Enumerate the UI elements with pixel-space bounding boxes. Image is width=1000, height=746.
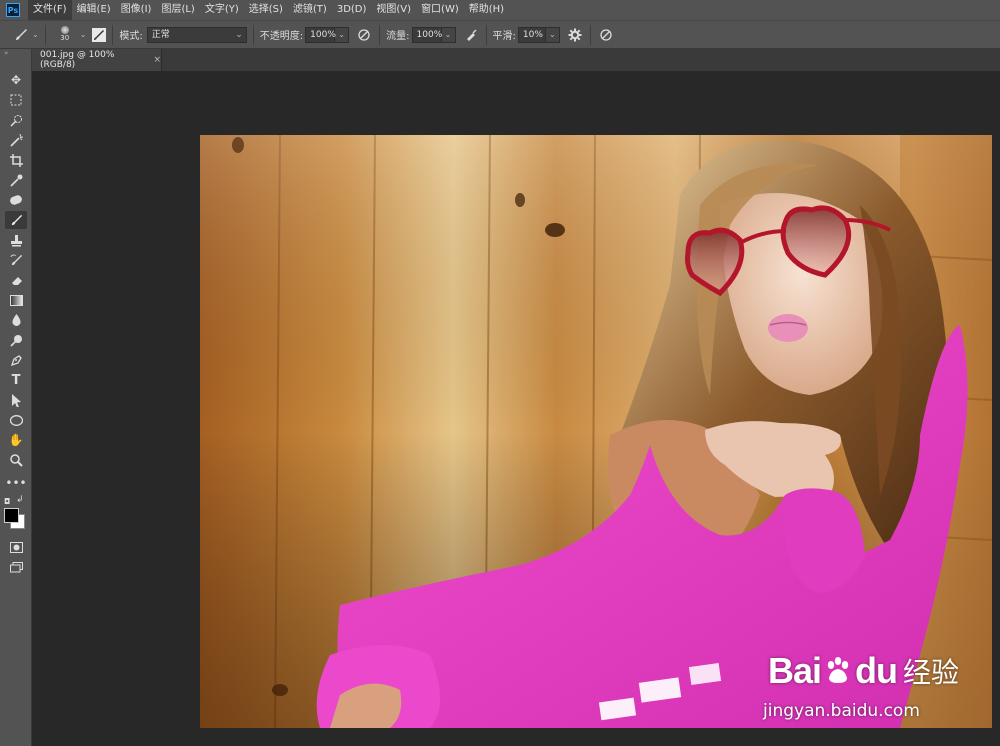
brush-tool-icon[interactable] [5, 211, 27, 229]
smoothing-dropdown[interactable]: ⌄ [545, 26, 560, 43]
dodge-tool-icon[interactable] [5, 331, 27, 349]
watermark-brand-3: 经验 [903, 656, 960, 689]
mode-value: 正常 [151, 29, 170, 40]
quick-mask-icon[interactable] [5, 538, 27, 556]
brush-size-picker[interactable]: 30 [52, 26, 78, 43]
watermark-brand-2: du [855, 650, 898, 691]
menu-type[interactable]: 文字(Y) [200, 0, 244, 20]
menu-3d[interactable]: 3D(D) [332, 0, 372, 20]
move-tool-icon[interactable]: ✥ [5, 71, 27, 89]
menu-file[interactable]: 文件(F) [28, 0, 72, 20]
document-tab[interactable]: 001.jpg @ 100%(RGB/8) × [32, 49, 162, 71]
default-colors-icon[interactable]: ◘ [4, 497, 10, 506]
flow-dropdown[interactable]: ⌄ [441, 26, 456, 43]
screen-mode-icon[interactable] [5, 558, 27, 576]
menu-select[interactable]: 选择(S) [244, 0, 288, 20]
flow-input[interactable]: 100% [411, 26, 442, 43]
history-brush-tool-icon[interactable] [5, 251, 27, 269]
document-canvas-image[interactable]: Bai du 经验 jingyan.baidu.com [200, 135, 992, 728]
mode-select[interactable]: 正常 ⌄ [146, 26, 247, 43]
baidu-watermark: Bai du 经验 [768, 650, 959, 692]
pressure-size-icon[interactable] [597, 26, 615, 44]
document-tab-title: 001.jpg @ 100%(RGB/8) [40, 50, 115, 70]
pressure-opacity-icon[interactable] [355, 26, 373, 44]
menu-window[interactable]: 窗口(W) [416, 0, 464, 20]
zoom-tool-icon[interactable] [5, 451, 27, 469]
healing-brush-tool-icon[interactable] [5, 191, 27, 209]
smoothing-input[interactable]: 10% [517, 26, 546, 43]
brush-panel-toggle-icon[interactable] [92, 27, 107, 42]
menu-edit[interactable]: 编辑(E) [72, 0, 116, 20]
gradient-tool-icon[interactable] [5, 291, 27, 309]
type-tool-icon[interactable]: T [5, 371, 27, 389]
mode-label: 模式: [119, 31, 143, 42]
brush-tool-preset-icon[interactable] [12, 26, 30, 44]
brush-size-value: 30 [60, 34, 70, 42]
swap-colors-icon[interactable]: ↲ [16, 495, 24, 505]
chevron-down-icon[interactable]: ⌄ [80, 30, 87, 39]
opacity-label: 不透明度: [259, 31, 304, 42]
photo-illustration [200, 135, 992, 728]
eyedropper-tool-icon[interactable] [5, 171, 27, 189]
document-tab-bar: 001.jpg @ 100%(RGB/8) × [32, 49, 1000, 71]
eraser-tool-icon[interactable] [5, 271, 27, 289]
gear-icon[interactable] [566, 26, 584, 44]
quick-selection-tool-icon[interactable] [5, 111, 27, 129]
hand-tool-icon[interactable]: ✋ [5, 431, 27, 449]
watermark-brand-1: Bai [768, 650, 822, 691]
tools-panel: » ✥ T ✋ ••• ◘ ↲ [0, 49, 32, 746]
crop-tool-icon[interactable] [5, 151, 27, 169]
menu-filter[interactable]: 滤镜(T) [288, 0, 332, 20]
ellipse-tool-icon[interactable] [5, 411, 27, 429]
pen-tool-icon[interactable] [5, 351, 27, 369]
airbrush-icon[interactable] [462, 26, 480, 44]
more-tools-icon[interactable]: ••• [5, 474, 27, 492]
blur-tool-icon[interactable] [5, 311, 27, 329]
collapse-arrows-icon[interactable]: » [4, 49, 8, 57]
smoothing-label: 平滑: [492, 31, 516, 42]
marquee-tool-icon[interactable] [5, 91, 27, 109]
magic-wand-tool-icon[interactable] [5, 131, 27, 149]
menu-bar: Ps 文件(F) 编辑(E) 图像(I) 图层(L) 文字(Y) 选择(S) 滤… [0, 0, 1000, 20]
foreground-color-swatch[interactable] [4, 508, 19, 523]
flow-label: 流量: [386, 31, 410, 42]
chevron-down-icon: ⌄ [235, 29, 243, 40]
close-icon[interactable]: × [153, 55, 161, 65]
menu-layer[interactable]: 图层(L) [156, 0, 199, 20]
watermark-url: jingyan.baidu.com [763, 701, 920, 721]
menu-image[interactable]: 图像(I) [116, 0, 157, 20]
opacity-input[interactable]: 100% [305, 26, 336, 43]
menu-view[interactable]: 视图(V) [371, 0, 416, 20]
opacity-dropdown[interactable]: ⌄ [335, 26, 350, 43]
menu-help[interactable]: 帮助(H) [464, 0, 509, 20]
options-bar: ⌄ 30 ⌄ 模式: 正常 ⌄ 不透明度: 100% ⌄ 流量: 100% ⌄ … [0, 20, 1000, 49]
path-selection-tool-icon[interactable] [5, 391, 27, 409]
clone-stamp-tool-icon[interactable] [5, 231, 27, 249]
photoshop-logo[interactable]: Ps [6, 3, 20, 17]
chevron-down-icon[interactable]: ⌄ [32, 30, 39, 39]
baidu-paw-icon [823, 656, 853, 686]
brush-tip-icon [60, 26, 69, 34]
